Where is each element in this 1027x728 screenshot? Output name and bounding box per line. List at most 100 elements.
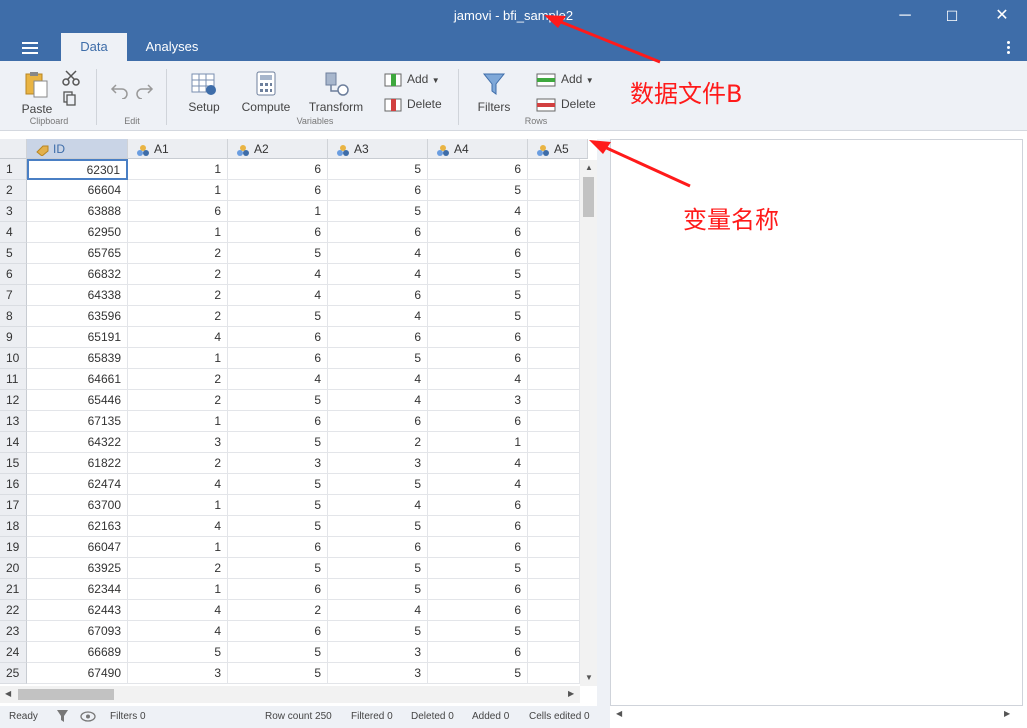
table-cell[interactable]: 1 <box>428 432 528 453</box>
column-header-a2[interactable]: A2 <box>228 139 328 159</box>
table-cell[interactable]: 1 <box>128 495 228 516</box>
table-cell[interactable] <box>528 453 580 474</box>
table-cell[interactable]: 64661 <box>27 369 128 390</box>
table-cell[interactable] <box>528 600 580 621</box>
table-cell[interactable]: 5 <box>328 348 428 369</box>
table-cell[interactable]: 5 <box>328 558 428 579</box>
table-cell[interactable]: 62301 <box>27 159 128 180</box>
table-cell[interactable]: 4 <box>228 369 328 390</box>
table-cell[interactable]: 66689 <box>27 642 128 663</box>
table-cell[interactable]: 5 <box>228 243 328 264</box>
redo-icon[interactable] <box>134 81 154 99</box>
scroll-right-icon[interactable]: ▶ <box>1004 709 1010 718</box>
table-cell[interactable]: 62474 <box>27 474 128 495</box>
table-cell[interactable]: 62163 <box>27 516 128 537</box>
table-cell[interactable]: 6 <box>428 243 528 264</box>
table-cell[interactable] <box>528 243 580 264</box>
table-cell[interactable]: 2 <box>128 390 228 411</box>
column-header-a3[interactable]: A3 <box>328 139 428 159</box>
table-cell[interactable]: 65446 <box>27 390 128 411</box>
table-cell[interactable]: 6 <box>428 600 528 621</box>
row-number[interactable]: 12 <box>0 390 27 411</box>
row-number[interactable]: 17 <box>0 495 27 516</box>
table-cell[interactable]: 62443 <box>27 600 128 621</box>
row-number[interactable]: 7 <box>0 285 27 306</box>
table-cell[interactable]: 2 <box>128 558 228 579</box>
table-cell[interactable]: 3 <box>328 453 428 474</box>
scroll-left-icon[interactable]: ◀ <box>616 709 622 718</box>
table-cell[interactable]: 2 <box>128 264 228 285</box>
filters-button[interactable]: Filters <box>474 71 514 114</box>
table-cell[interactable]: 5 <box>228 390 328 411</box>
table-cell[interactable]: 6 <box>228 180 328 201</box>
table-cell[interactable]: 4 <box>128 327 228 348</box>
table-cell[interactable]: 5 <box>328 579 428 600</box>
row-number[interactable]: 3 <box>0 201 27 222</box>
table-cell[interactable]: 5 <box>428 621 528 642</box>
table-cell[interactable]: 6 <box>428 159 528 180</box>
table-cell[interactable] <box>528 663 580 684</box>
table-cell[interactable]: 5 <box>228 663 328 684</box>
table-cell[interactable]: 6 <box>228 327 328 348</box>
row-number[interactable]: 9 <box>0 327 27 348</box>
row-number[interactable]: 24 <box>0 642 27 663</box>
horizontal-scrollbar[interactable]: ◀ ▶ <box>0 686 580 703</box>
close-button[interactable]: ✕ <box>979 4 1025 28</box>
table-cell[interactable] <box>528 411 580 432</box>
column-header-a4[interactable]: A4 <box>428 139 528 159</box>
column-header-id[interactable]: ID <box>27 139 128 159</box>
table-cell[interactable]: 6 <box>228 579 328 600</box>
row-number[interactable]: 23 <box>0 621 27 642</box>
table-cell[interactable]: 5 <box>328 474 428 495</box>
table-cell[interactable]: 5 <box>128 642 228 663</box>
table-cell[interactable]: 61822 <box>27 453 128 474</box>
paste-button[interactable]: Paste <box>18 71 56 116</box>
scrollbar-thumb[interactable] <box>583 177 594 217</box>
maximize-button[interactable]: ☐ <box>929 4 975 28</box>
copy-icon[interactable] <box>62 91 78 107</box>
table-cell[interactable]: 5 <box>228 306 328 327</box>
row-number[interactable]: 8 <box>0 306 27 327</box>
table-cell[interactable]: 6 <box>328 411 428 432</box>
table-cell[interactable] <box>528 558 580 579</box>
delete-row-button[interactable]: Delete <box>536 95 596 113</box>
table-cell[interactable]: 4 <box>328 369 428 390</box>
table-cell[interactable]: 6 <box>328 327 428 348</box>
vertical-scrollbar[interactable]: ▲ ▼ <box>580 160 597 686</box>
table-cell[interactable]: 6 <box>228 537 328 558</box>
table-cell[interactable] <box>528 222 580 243</box>
row-number[interactable]: 4 <box>0 222 27 243</box>
table-cell[interactable]: 67490 <box>27 663 128 684</box>
table-cell[interactable]: 6 <box>428 579 528 600</box>
table-cell[interactable]: 6 <box>428 516 528 537</box>
table-cell[interactable]: 6 <box>428 411 528 432</box>
table-cell[interactable]: 4 <box>128 600 228 621</box>
table-cell[interactable]: 6 <box>328 285 428 306</box>
table-cell[interactable]: 2 <box>128 369 228 390</box>
table-cell[interactable]: 66047 <box>27 537 128 558</box>
table-cell[interactable]: 6 <box>428 222 528 243</box>
table-cell[interactable] <box>528 327 580 348</box>
table-cell[interactable]: 2 <box>128 243 228 264</box>
table-cell[interactable]: 66832 <box>27 264 128 285</box>
table-cell[interactable]: 6 <box>228 348 328 369</box>
table-cell[interactable] <box>528 495 580 516</box>
table-cell[interactable]: 4 <box>428 369 528 390</box>
minimize-button[interactable]: ─ <box>882 4 928 28</box>
table-cell[interactable]: 5 <box>428 558 528 579</box>
table-cell[interactable]: 4 <box>328 495 428 516</box>
table-cell[interactable]: 1 <box>128 411 228 432</box>
table-cell[interactable]: 5 <box>428 306 528 327</box>
table-cell[interactable]: 65191 <box>27 327 128 348</box>
table-cell[interactable]: 2 <box>328 432 428 453</box>
table-cell[interactable] <box>528 201 580 222</box>
table-cell[interactable]: 4 <box>328 600 428 621</box>
filter-icon[interactable] <box>56 709 69 723</box>
table-cell[interactable]: 4 <box>128 474 228 495</box>
table-cell[interactable]: 1 <box>128 222 228 243</box>
table-cell[interactable]: 3 <box>328 663 428 684</box>
table-cell[interactable] <box>528 159 580 180</box>
table-cell[interactable]: 3 <box>328 642 428 663</box>
table-cell[interactable] <box>528 180 580 201</box>
row-number[interactable]: 13 <box>0 411 27 432</box>
